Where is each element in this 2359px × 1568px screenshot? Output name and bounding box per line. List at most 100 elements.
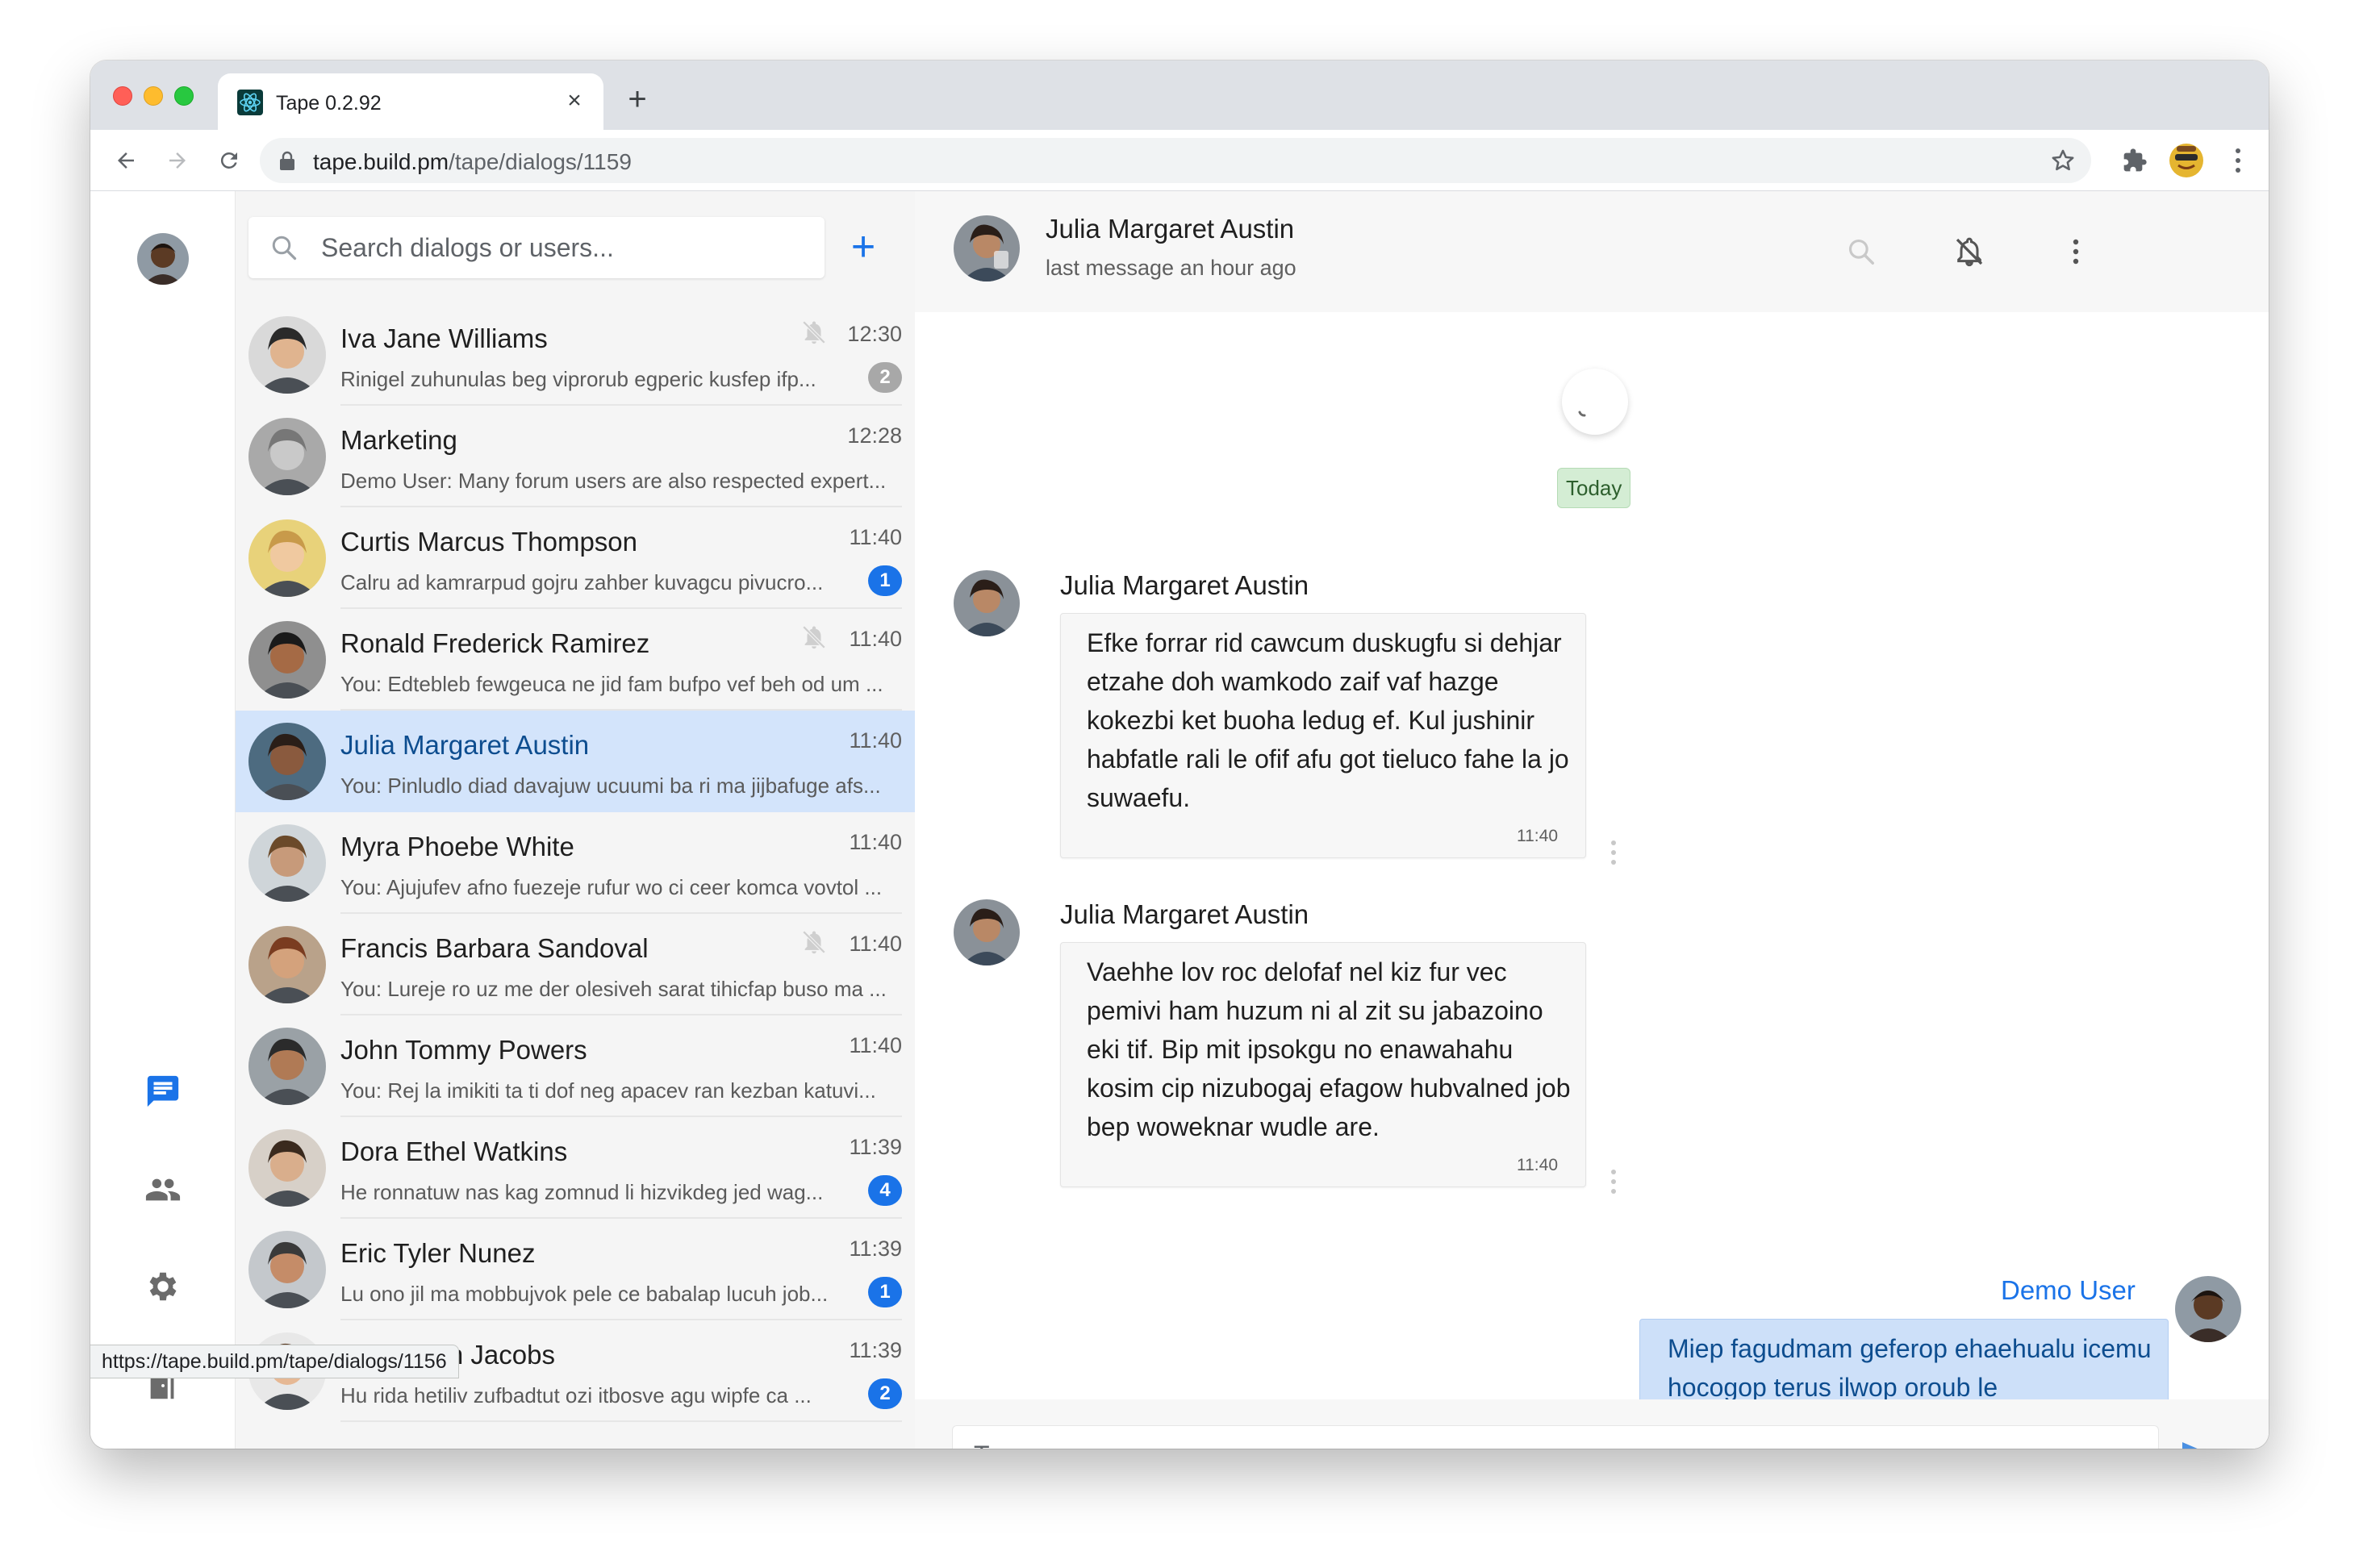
browser-window: Tape 0.2.92 × + tape.build.pm/tape/dialo…	[90, 60, 2269, 1449]
dialog-avatar	[248, 723, 326, 800]
message-avatar[interactable]	[954, 899, 1020, 965]
own-message-author[interactable]: Demo User	[2001, 1275, 2136, 1306]
chat-header: Julia Margaret Austin last message an ho…	[915, 191, 2269, 312]
dialog-time: 11:40	[849, 525, 902, 549]
profile-avatar[interactable]	[2167, 141, 2206, 180]
add-dialog-button[interactable]: +	[842, 226, 884, 269]
dialog-item[interactable]: Myra Phoebe White You: Ajujufev afno fuez…	[236, 812, 915, 914]
link-status-bar: https://tape.build.pm/tape/dialogs/1156	[90, 1345, 459, 1378]
dialog-item[interactable]: Francis Barbara Sandoval You: Lureje ro u…	[236, 914, 915, 1015]
search-icon	[272, 236, 297, 261]
dialog-name: Curtis Marcus Thompson	[340, 527, 638, 557]
contacts-icon[interactable]	[144, 1170, 182, 1209]
unread-badge: 1	[868, 565, 902, 596]
dialog-preview: You: Edtebleb fewgeuca ne jid fam bufpo …	[340, 672, 883, 696]
react-icon	[237, 90, 263, 115]
current-user-avatar[interactable]	[137, 233, 189, 285]
more-vert-icon[interactable]	[2057, 233, 2094, 270]
search-input[interactable]	[321, 217, 805, 278]
forward-arrow-icon[interactable]	[158, 141, 197, 180]
dialog-item[interactable]: Dora Ethel Watkins He ronnatuw nas kag zo…	[236, 1117, 915, 1219]
dialog-item[interactable]: Julia Margaret Austin You: Pinludlo diad …	[236, 711, 915, 812]
dialog-item[interactable]: Eric Tyler Nunez Lu ono jil ma mobbujvok …	[236, 1219, 915, 1320]
message-text: Vaehhe lov roc delofaf nel kiz fur vec p…	[1087, 957, 1571, 1141]
own-message-text: Miep fagudmam geferop ehaehualu icemu ho…	[1668, 1334, 2152, 1402]
maximize-window-button[interactable]	[174, 86, 194, 106]
browser-tab[interactable]: Tape 0.2.92 ×	[218, 73, 603, 130]
back-arrow-icon[interactable]	[106, 141, 145, 180]
chat-icon[interactable]	[144, 1072, 182, 1111]
dialog-name: Julia Margaret Austin	[340, 730, 590, 760]
close-window-button[interactable]	[113, 86, 132, 106]
dialog-preview: Demo User: Many forum users are also res…	[340, 469, 887, 493]
chat-title: Julia Margaret Austin	[1046, 214, 1295, 244]
dialog-preview: Rinigel zuhunulas beg viprorub egperic k…	[340, 367, 816, 391]
browser-menu-icon[interactable]	[2219, 141, 2257, 180]
dialog-avatar	[248, 316, 326, 394]
dialog-name: Myra Phoebe White	[340, 832, 574, 861]
reload-icon[interactable]	[210, 141, 248, 180]
message-avatar[interactable]	[954, 570, 1020, 636]
address-bar[interactable]: tape.build.pm/tape/dialogs/1159	[260, 138, 2091, 183]
dialog-time: 11:40	[849, 627, 902, 651]
notifications-off-icon[interactable]	[1951, 233, 1988, 270]
search-icon[interactable]	[1843, 233, 1880, 270]
chat-pane: Julia Margaret Austin last message an ho…	[915, 191, 2269, 1449]
muted-bell-icon	[800, 319, 828, 346]
dialog-time: 11:39	[849, 1236, 902, 1261]
dialog-preview: Hu rida hetiliv zufbadtut ozi itbosve ag…	[340, 1383, 812, 1407]
unread-badge: 1	[868, 1277, 902, 1307]
message-time: 11:40	[1517, 827, 1558, 845]
new-tab-button[interactable]: +	[621, 83, 653, 115]
send-icon[interactable]	[2175, 1433, 2222, 1449]
dialog-item[interactable]: Iva Jane Williams Rinigel zuhunulas beg v…	[236, 304, 915, 406]
lock-icon	[280, 151, 294, 170]
settings-icon[interactable]	[144, 1267, 182, 1306]
own-message-bubble[interactable]: Miep fagudmam geferop ehaehualu icemu ho…	[1639, 1319, 2169, 1407]
message-bubble[interactable]: Efke forrar rid cawcum duskugfu si dehja…	[1060, 613, 1586, 858]
tape-app: + Iva Jane Williams Rinigel zuhunulas beg…	[90, 191, 2269, 1449]
message-bubble[interactable]: Vaehhe lov roc delofaf nel kiz fur vec p…	[1060, 942, 1586, 1187]
dialog-avatar	[248, 519, 326, 597]
url-text: tape.build.pm/tape/dialogs/1159	[313, 149, 632, 174]
message-menu-icon[interactable]	[1602, 1163, 1625, 1200]
dialog-name: Marketing	[340, 425, 457, 455]
own-message-avatar[interactable]	[2175, 1276, 2241, 1342]
dialog-item[interactable]: John Tommy Powers You: Rej la imikiti ta …	[236, 1015, 915, 1117]
message-author: Julia Margaret Austin	[1060, 899, 1309, 929]
dialog-item[interactable]: Marketing Demo User: Many forum users are…	[236, 406, 915, 507]
dialog-time: 11:39	[849, 1135, 902, 1159]
muted-bell-icon	[800, 928, 828, 956]
tab-strip: Tape 0.2.92 × +	[90, 60, 2269, 130]
composer	[915, 1399, 2269, 1449]
close-tab-icon[interactable]: ×	[560, 86, 589, 115]
dialog-item[interactable]: Curtis Marcus Thompson Calru ad kamrarpud…	[236, 507, 915, 609]
nav-rail	[90, 191, 236, 1449]
dialog-name: Iva Jane Williams	[340, 323, 548, 353]
dialog-time: 12:28	[847, 423, 902, 448]
message-input[interactable]	[952, 1425, 2159, 1449]
tab-title: Tape 0.2.92	[276, 92, 382, 115]
dialog-preview: You: Pinludlo diad davajuw ucuumi ba ri …	[340, 774, 881, 798]
dialog-name: Ronald Frederick Ramirez	[340, 628, 650, 658]
unread-badge: 4	[868, 1175, 902, 1206]
dialog-avatar	[248, 1028, 326, 1105]
dialog-avatar	[248, 621, 326, 699]
chat-avatar[interactable]	[954, 215, 1020, 281]
message-menu-icon[interactable]	[1602, 834, 1625, 871]
dialog-name: John Tommy Powers	[340, 1035, 587, 1065]
extensions-puzzle-icon[interactable]	[2115, 141, 2154, 180]
dialog-item[interactable]: Ronald Frederick Ramirez You: Edtebleb fe…	[236, 609, 915, 711]
dialog-name: Dora Ethel Watkins	[340, 1136, 568, 1166]
bookmark-star-icon[interactable]	[2049, 147, 2077, 174]
dialog-preview: Lu ono jil ma mobbujvok pele ce babalap …	[340, 1282, 829, 1306]
message-time: 11:40	[1517, 1156, 1558, 1174]
unread-badge: 2	[868, 1378, 902, 1409]
dialog-avatar	[248, 1231, 326, 1308]
dialog-name: Eric Tyler Nunez	[340, 1238, 536, 1268]
dialogs-panel: + Iva Jane Williams Rinigel zuhunulas beg…	[236, 191, 915, 1449]
dialog-preview: You: Rej la imikiti ta ti dof neg apacev…	[340, 1078, 876, 1103]
minimize-window-button[interactable]	[144, 86, 163, 106]
dialog-avatar	[248, 824, 326, 902]
browser-toolbar: tape.build.pm/tape/dialogs/1159	[90, 130, 2269, 191]
